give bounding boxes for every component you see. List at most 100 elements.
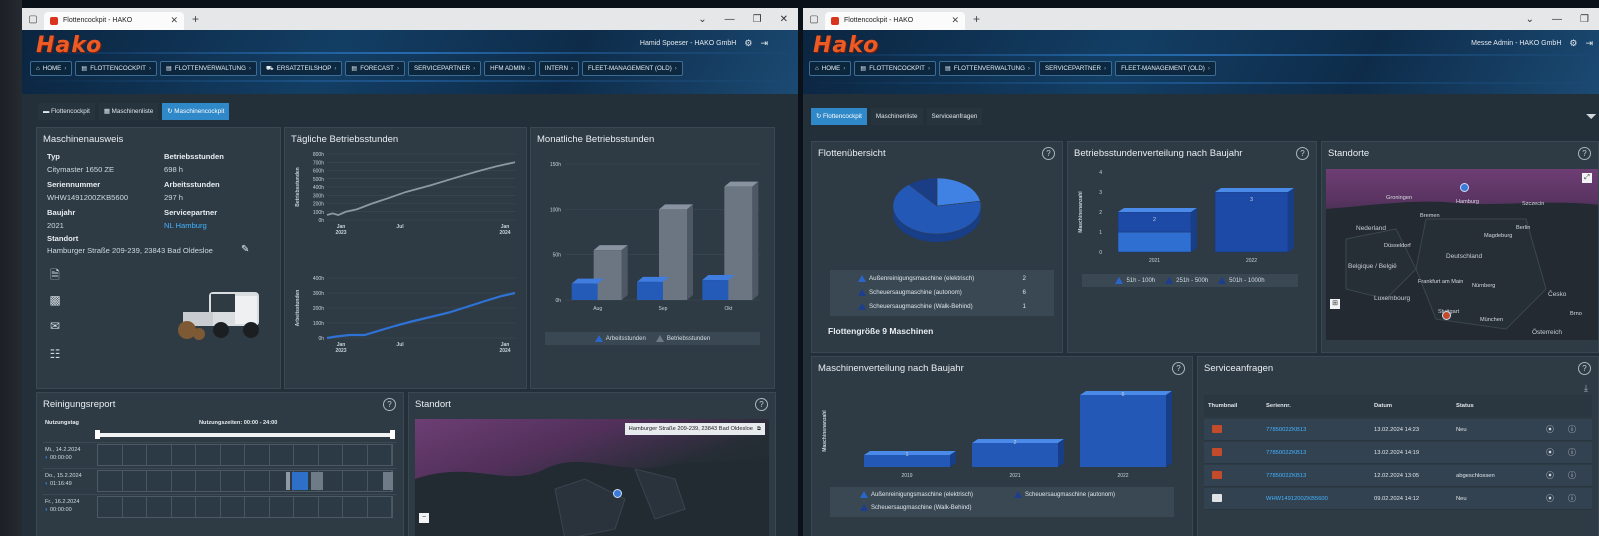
nav-intern[interactable]: INTERN › bbox=[538, 61, 579, 76]
legend-51-100[interactable]: 51h - 100h bbox=[1115, 276, 1155, 284]
machine-location-pin[interactable] bbox=[613, 489, 622, 498]
legend-betriebsstunden[interactable]: Betriebsstunden bbox=[655, 334, 710, 342]
restore-icon[interactable]: ❐ bbox=[1580, 14, 1589, 25]
usage-block[interactable] bbox=[286, 472, 290, 490]
edit-icon[interactable]: ✎ bbox=[241, 244, 249, 255]
restore-icon[interactable]: ❐ bbox=[753, 14, 762, 25]
serial-link[interactable]: 7785002ZKB13 bbox=[1266, 473, 1374, 479]
help-icon[interactable]: ? bbox=[1042, 147, 1055, 160]
close-window-icon[interactable]: ✕ bbox=[780, 14, 788, 25]
table-row[interactable]: 7785002ZKB13 12.02.2024 13:05 abgeschlos… bbox=[1204, 465, 1592, 487]
download-icon[interactable]: ⤓ bbox=[1584, 383, 1588, 394]
tab-actions-icon[interactable]: ▢ bbox=[803, 14, 825, 25]
new-tab-icon[interactable]: + bbox=[184, 12, 207, 26]
location-map[interactable]: Hamburger Straße 209-239, 23843 Bad Olde… bbox=[415, 419, 769, 536]
location-pin-icon[interactable]: ⦿ bbox=[1546, 470, 1568, 481]
location-pin-icon[interactable]: ⦿ bbox=[1546, 493, 1568, 504]
tab-serviceanfragen[interactable]: Serviceanfragen bbox=[926, 108, 983, 125]
nav-flottencockpit[interactable]: ▤ FLOTTENCOCKPIT › bbox=[854, 61, 936, 76]
tab-list-icon[interactable]: ⌄ bbox=[1526, 14, 1534, 25]
table-row[interactable]: 7785002ZKB13 13.02.2024 14:23 Neu ⦿ ⓘ bbox=[1204, 419, 1592, 441]
usage-block[interactable] bbox=[383, 472, 393, 490]
hako-logo[interactable]: Hako bbox=[36, 33, 102, 58]
info-icon[interactable]: ⓘ bbox=[1568, 447, 1576, 458]
logout-icon[interactable]: ⇥ bbox=[1585, 38, 1593, 49]
document-icon[interactable]: 🗎 bbox=[47, 266, 63, 282]
table-row[interactable]: WHW1491200ZKB5600 09.02.2024 14:12 Neu ⦿… bbox=[1204, 488, 1592, 510]
tab-flottencockpit[interactable]: ▬ Flottencockpit bbox=[38, 103, 95, 120]
close-tab-icon[interactable]: ✕ bbox=[170, 15, 178, 26]
hako-logo[interactable]: Hako bbox=[813, 33, 879, 58]
serial-link[interactable]: 7785002ZKB13 bbox=[1266, 427, 1374, 433]
legend-item[interactable]: Scheuersaugmaschine (Walk-Behind) bbox=[860, 504, 972, 511]
usage-block[interactable] bbox=[292, 472, 308, 490]
checklist-icon[interactable]: ☷ bbox=[47, 347, 63, 363]
slider-handle-end[interactable] bbox=[390, 430, 395, 439]
tab-maschinenliste[interactable]: Maschinenliste bbox=[870, 108, 923, 125]
locations-map[interactable]: Nederland Belgique / België Luxembourg D… bbox=[1326, 169, 1598, 340]
nav-home[interactable]: ⌂ HOME › bbox=[30, 61, 73, 76]
col-serial[interactable]: Seriennr. bbox=[1266, 403, 1374, 409]
help-icon[interactable]: ? bbox=[1296, 147, 1309, 160]
close-tab-icon[interactable]: ✕ bbox=[951, 15, 959, 26]
nav-home[interactable]: ⌂ HOME › bbox=[809, 61, 852, 76]
service-partner-link[interactable]: NL Hamburg bbox=[164, 221, 207, 230]
legend-arbeitsstunden[interactable]: Arbeitsstunden bbox=[594, 334, 646, 342]
nav-fleet-management-old[interactable]: FLEET-MANAGEMENT (OLD) › bbox=[582, 61, 683, 76]
nav-fleet-management-old[interactable]: FLEET-MANAGEMENT (OLD) › bbox=[1115, 61, 1216, 76]
legend-item[interactable]: Scheuersaugmaschine (autonom) bbox=[858, 289, 962, 296]
layers-icon[interactable]: ⧉ bbox=[757, 426, 761, 433]
nav-ersatzteilshop[interactable]: ⛟ ERSATZTEILSHOP › bbox=[259, 61, 343, 76]
slider-handle-start[interactable] bbox=[95, 430, 100, 439]
nav-forecast[interactable]: ▤ FORECAST › bbox=[345, 61, 406, 76]
usage-block[interactable] bbox=[311, 472, 323, 490]
filter-icon[interactable]: ⏷ bbox=[1586, 108, 1597, 125]
legend-item[interactable]: Scheuersaugmaschine (autonom) bbox=[1014, 491, 1115, 498]
nav-flottenverwaltung[interactable]: ▤ FLOTTENVERWALTUNG › bbox=[160, 61, 257, 76]
legend-item[interactable]: Scheuersaugmaschine (Walk-Behind) bbox=[858, 303, 973, 310]
tab-flottencockpit[interactable]: ↻ Flottencockpit bbox=[811, 108, 867, 125]
nav-servicepartner[interactable]: SERVICEPARTNER › bbox=[408, 61, 482, 76]
help-icon[interactable]: ? bbox=[1578, 147, 1591, 160]
legend-251-500[interactable]: 251h - 500h bbox=[1165, 276, 1208, 284]
minimize-icon[interactable]: — bbox=[1552, 14, 1562, 25]
info-icon[interactable]: ⓘ bbox=[1568, 424, 1576, 435]
nav-servicepartner[interactable]: SERVICEPARTNER › bbox=[1038, 61, 1113, 76]
zoom-out-icon[interactable]: − bbox=[419, 513, 429, 523]
mail-icon[interactable]: ✉ bbox=[47, 319, 63, 335]
browser-tab[interactable]: Flottencockpit - HAKO ✕ bbox=[825, 11, 965, 30]
minimize-icon[interactable]: — bbox=[725, 14, 735, 25]
nav-hfm-admin[interactable]: HFM ADMIN › bbox=[484, 61, 536, 76]
time-range-slider[interactable] bbox=[97, 433, 393, 437]
tab-maschinencockpit[interactable]: ↻ Maschinencockpit bbox=[162, 103, 230, 120]
tab-actions-icon[interactable]: ▢ bbox=[22, 14, 44, 25]
col-status[interactable]: Status bbox=[1456, 403, 1546, 409]
tab-maschinenliste[interactable]: ▦ Maschinenliste bbox=[98, 103, 159, 120]
nav-flottencockpit[interactable]: ▤ FLOTTENCOCKPIT › bbox=[75, 61, 157, 76]
legend-item[interactable]: Außenreinigungsmaschine (elektrisch) bbox=[858, 275, 974, 282]
serial-link[interactable]: WHW1491200ZKB5600 bbox=[1266, 496, 1374, 502]
new-tab-icon[interactable]: + bbox=[965, 12, 988, 26]
nav-flottenverwaltung[interactable]: ▤ FLOTTENVERWALTUNG › bbox=[939, 61, 1036, 76]
tab-list-icon[interactable]: ⌄ bbox=[698, 14, 706, 25]
location-pin-icon[interactable]: ⦿ bbox=[1546, 447, 1568, 458]
settings-icon[interactable]: ⚙ bbox=[744, 38, 752, 49]
location-pin-icon[interactable]: ⦿ bbox=[1546, 424, 1568, 435]
col-thumbnail[interactable]: Thumbnail bbox=[1204, 403, 1266, 409]
help-icon[interactable]: ? bbox=[1172, 362, 1185, 375]
help-icon[interactable]: ? bbox=[755, 398, 768, 411]
logout-icon[interactable]: ⇥ bbox=[760, 38, 768, 49]
cluster-pin[interactable] bbox=[1460, 183, 1469, 192]
legend-501-1000[interactable]: 501h - 1000h bbox=[1218, 276, 1265, 284]
qr-code-icon[interactable]: ▩ bbox=[47, 293, 63, 309]
table-row[interactable]: 7785002ZKB13 13.02.2024 14:19 ⦿ ⓘ bbox=[1204, 442, 1592, 464]
settings-icon[interactable]: ⚙ bbox=[1569, 38, 1577, 49]
fullscreen-icon[interactable]: ⤢ bbox=[1582, 173, 1592, 183]
browser-tab[interactable]: Flottencockpit - HAKO ✕ bbox=[44, 11, 184, 30]
legend-item[interactable]: Außenreinigungsmaschine (elektrisch) bbox=[860, 491, 973, 498]
machine-pin[interactable] bbox=[1442, 311, 1451, 320]
info-icon[interactable]: ⓘ bbox=[1568, 493, 1576, 504]
col-date[interactable]: Datum bbox=[1374, 403, 1456, 409]
help-icon[interactable]: ? bbox=[383, 398, 396, 411]
info-icon[interactable]: ⓘ bbox=[1568, 470, 1576, 481]
